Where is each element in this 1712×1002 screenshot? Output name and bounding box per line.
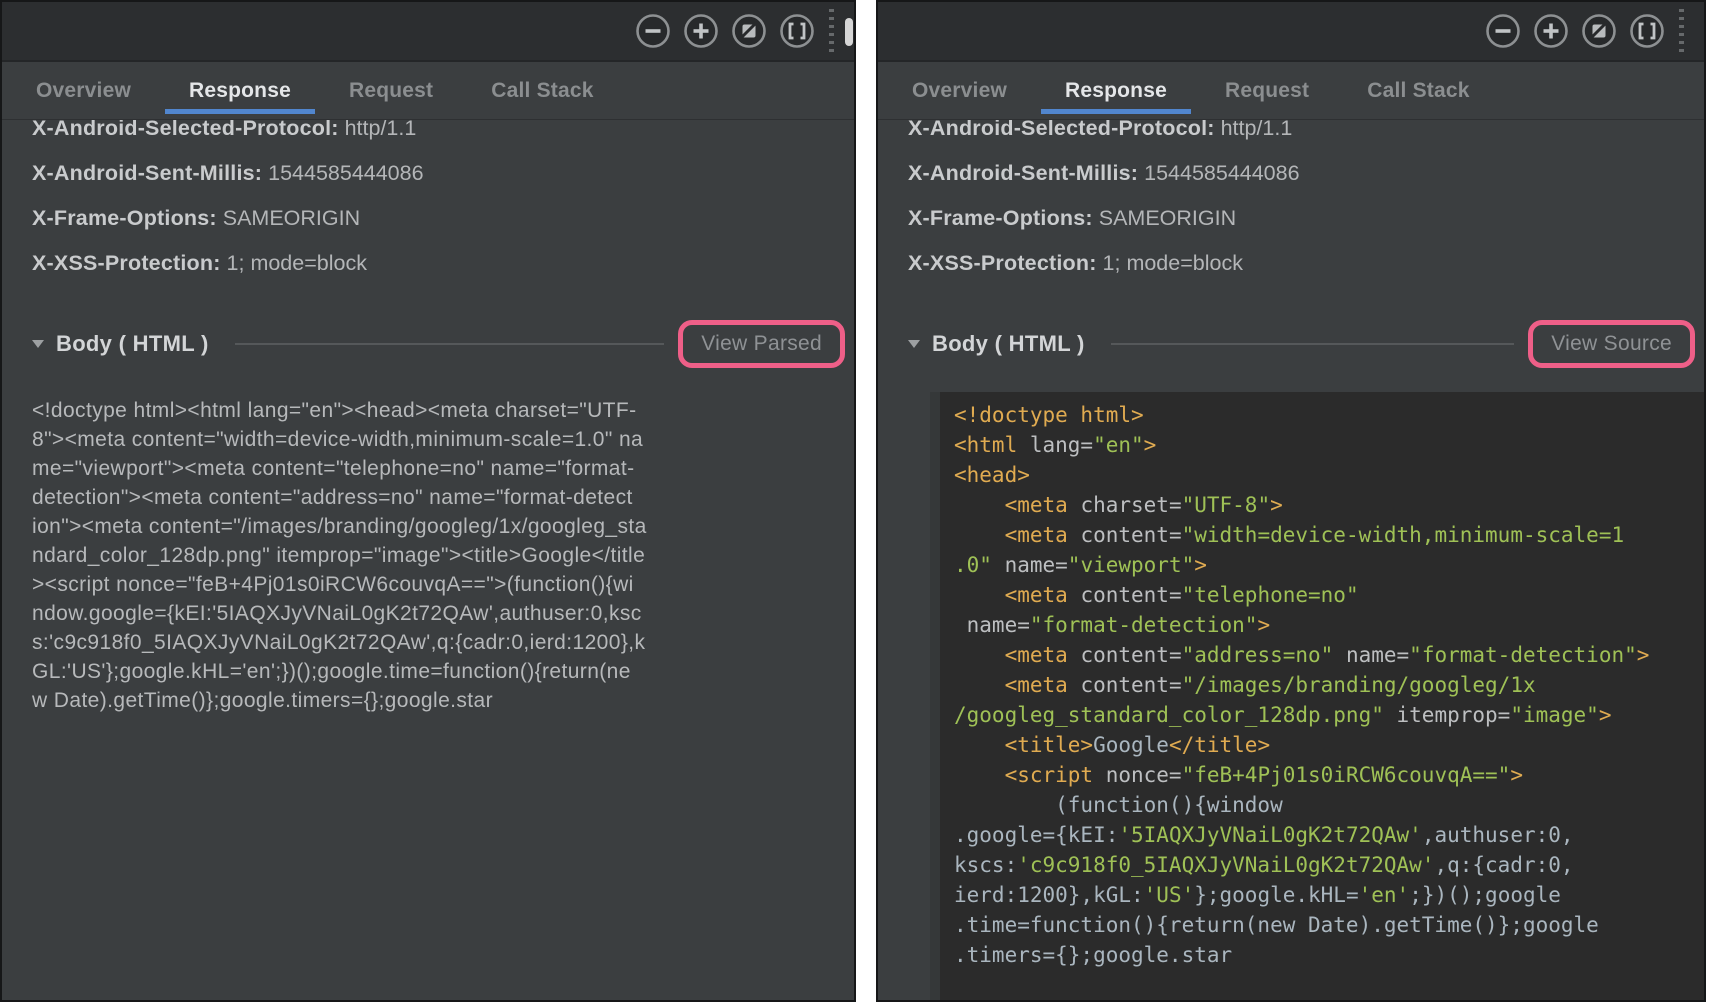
header-name: X-Frame-Options: bbox=[908, 206, 1093, 230]
view-source-button[interactable]: View Source bbox=[1528, 320, 1695, 368]
scrollbar-thumb[interactable] bbox=[845, 18, 853, 46]
body-section-label: Body ( HTML ) bbox=[932, 331, 1085, 357]
source-code-line: <meta content="address=no" name="format-… bbox=[954, 640, 1698, 670]
reset-zoom-icon bbox=[731, 13, 767, 49]
toolbar-drag-grip[interactable] bbox=[1679, 9, 1684, 53]
source-code-line: <meta content="/images/branding/googleg/… bbox=[954, 670, 1698, 700]
response-tab-content: X-Android-Selected-Protocol: http/1.1X-A… bbox=[878, 120, 1704, 1000]
tab-request[interactable]: Request bbox=[1219, 62, 1315, 120]
parsed-body-line: detection"><meta content="address=no" na… bbox=[32, 483, 814, 512]
source-code-line: <head> bbox=[954, 460, 1698, 490]
zoom-in-icon bbox=[683, 13, 719, 49]
header-name: X-XSS-Protection: bbox=[908, 251, 1097, 275]
source-code-line: kscs:'c9c918f0_5IAQXJyVNaiL0gK2t72QAw',q… bbox=[954, 850, 1698, 880]
source-code-line: <meta content="width=device-width,minimu… bbox=[954, 520, 1698, 550]
zoom-to-fit-icon bbox=[779, 13, 815, 49]
response-header-row: X-Android-Selected-Protocol: http/1.1 bbox=[908, 120, 1704, 151]
response-header-row: X-Frame-Options: SAMEORIGIN bbox=[32, 196, 854, 241]
profiler-toolbar bbox=[878, 2, 1704, 62]
parsed-body-line: me="viewport"><meta content="telephone=n… bbox=[32, 454, 814, 483]
zoom-out-button[interactable] bbox=[1485, 13, 1521, 49]
tab-bar: Overview Response Request Call Stack bbox=[878, 62, 1704, 120]
header-name: X-XSS-Protection: bbox=[32, 251, 221, 275]
zoom-to-fit-button[interactable] bbox=[779, 13, 815, 49]
connection-details-panel-parsed: Overview Response Request Call Stack X-Andr… bbox=[0, 0, 856, 1002]
parsed-body-line: ion"><meta content="/images/branding/goo… bbox=[32, 512, 814, 541]
zoom-out-icon bbox=[1485, 13, 1521, 49]
reset-zoom-icon bbox=[1581, 13, 1617, 49]
source-code-line: ierd:1200},kGL:'US'};google.kHL='en';})(… bbox=[954, 880, 1698, 910]
divider-line bbox=[1111, 343, 1515, 345]
parsed-body-line: <!doctype html><html lang="en"><head><me… bbox=[32, 396, 814, 425]
header-name: X-Android-Sent-Millis: bbox=[32, 161, 262, 185]
source-code-line: <meta content="telephone=no" bbox=[954, 580, 1698, 610]
tab-bar: Overview Response Request Call Stack bbox=[2, 62, 854, 120]
connection-details-panel-source: Overview Response Request Call Stack X-Andr… bbox=[876, 0, 1706, 1002]
source-code-line: <meta charset="UTF-8"> bbox=[954, 490, 1698, 520]
parsed-body-line: w Date).getTime()};google.timers={};goog… bbox=[32, 686, 814, 715]
response-headers: X-Android-Selected-Protocol: http/1.1X-A… bbox=[32, 120, 854, 286]
tab-request[interactable]: Request bbox=[343, 62, 439, 120]
source-code-line: <title>Google</title> bbox=[954, 730, 1698, 760]
source-code-line: .time=function(){return(new Date).getTim… bbox=[954, 910, 1698, 940]
tab-overview[interactable]: Overview bbox=[30, 62, 137, 120]
zoom-to-fit-icon bbox=[1629, 13, 1665, 49]
reset-zoom-button[interactable] bbox=[731, 13, 767, 49]
tab-overview[interactable]: Overview bbox=[906, 62, 1013, 120]
source-code-line: .0" name="viewport"> bbox=[954, 550, 1698, 580]
profiler-toolbar bbox=[2, 2, 854, 62]
tab-call-stack[interactable]: Call Stack bbox=[1361, 62, 1475, 120]
parsed-body-line: 8"><meta content="width=device-width,min… bbox=[32, 425, 814, 454]
parsed-body-line: GL:'US'};google.kHL='en';})();google.tim… bbox=[32, 657, 814, 686]
collapse-arrow-icon[interactable] bbox=[32, 340, 44, 348]
zoom-out-button[interactable] bbox=[635, 13, 671, 49]
collapse-arrow-icon[interactable] bbox=[908, 340, 920, 348]
tab-call-stack[interactable]: Call Stack bbox=[485, 62, 599, 120]
source-code-line: name="format-detection"> bbox=[954, 610, 1698, 640]
header-name: X-Android-Selected-Protocol: bbox=[32, 120, 339, 140]
source-code-line: (function(){window bbox=[954, 790, 1698, 820]
response-tab-content: X-Android-Selected-Protocol: http/1.1X-A… bbox=[2, 120, 854, 1000]
response-header-row: X-Android-Selected-Protocol: http/1.1 bbox=[32, 120, 854, 151]
source-code-line: /googleg_standard_color_128dp.png" itemp… bbox=[954, 700, 1698, 730]
body-section-label: Body ( HTML ) bbox=[56, 331, 209, 357]
parsed-body-line: ><script nonce="feB+4Pj01s0iRCW6couvqA==… bbox=[32, 570, 814, 599]
response-header-row: X-Android-Sent-Millis: 1544585444086 bbox=[32, 151, 854, 196]
body-section-row: Body ( HTML ) View Source bbox=[908, 318, 1704, 370]
divider-line bbox=[235, 343, 665, 345]
response-body-parsed-text: <!doctype html><html lang="en"><head><me… bbox=[32, 396, 854, 715]
response-headers: X-Android-Selected-Protocol: http/1.1X-A… bbox=[908, 120, 1704, 286]
screenshot-root: Overview Response Request Call Stack X-Andr… bbox=[0, 0, 1712, 1002]
header-name: X-Android-Sent-Millis: bbox=[908, 161, 1138, 185]
source-code-line: <script nonce="feB+4Pj01s0iRCW6couvqA=="… bbox=[954, 760, 1698, 790]
parsed-body-line: ndard_color_128dp.png" itemprop="image">… bbox=[32, 541, 814, 570]
parsed-body-line: s:'c9c918f0_5IAQXJyVNaiL0gK2t72QAw',q:{c… bbox=[32, 628, 814, 657]
reset-zoom-button[interactable] bbox=[1581, 13, 1617, 49]
zoom-in-button[interactable] bbox=[1533, 13, 1569, 49]
response-header-row: X-Frame-Options: SAMEORIGIN bbox=[908, 196, 1704, 241]
zoom-out-icon bbox=[635, 13, 671, 49]
view-parsed-button[interactable]: View Parsed bbox=[678, 320, 845, 368]
header-name: X-Android-Selected-Protocol: bbox=[908, 120, 1215, 140]
toolbar-drag-grip[interactable] bbox=[829, 9, 834, 53]
zoom-to-fit-button[interactable] bbox=[1629, 13, 1665, 49]
source-code-line: .timers={};google.star bbox=[954, 940, 1698, 970]
source-code-line: <html lang="en"> bbox=[954, 430, 1698, 460]
tab-response[interactable]: Response bbox=[183, 62, 297, 120]
body-section-row: Body ( HTML ) View Parsed bbox=[32, 318, 854, 370]
zoom-in-icon bbox=[1533, 13, 1569, 49]
header-name: X-Frame-Options: bbox=[32, 206, 217, 230]
response-body-source-code: <!doctype html><html lang="en"><head> <m… bbox=[930, 392, 1704, 1000]
zoom-in-button[interactable] bbox=[683, 13, 719, 49]
tab-response[interactable]: Response bbox=[1059, 62, 1173, 120]
response-header-row: X-XSS-Protection: 1; mode=block bbox=[908, 241, 1704, 286]
parsed-body-line: ndow.google={kEI:'5IAQXJyVNaiL0gK2t72QAw… bbox=[32, 599, 814, 628]
response-header-row: X-XSS-Protection: 1; mode=block bbox=[32, 241, 854, 286]
source-code-line: <!doctype html> bbox=[954, 400, 1698, 430]
source-code-line: .google={kEI:'5IAQXJyVNaiL0gK2t72QAw',au… bbox=[954, 820, 1698, 850]
response-header-row: X-Android-Sent-Millis: 1544585444086 bbox=[908, 151, 1704, 196]
